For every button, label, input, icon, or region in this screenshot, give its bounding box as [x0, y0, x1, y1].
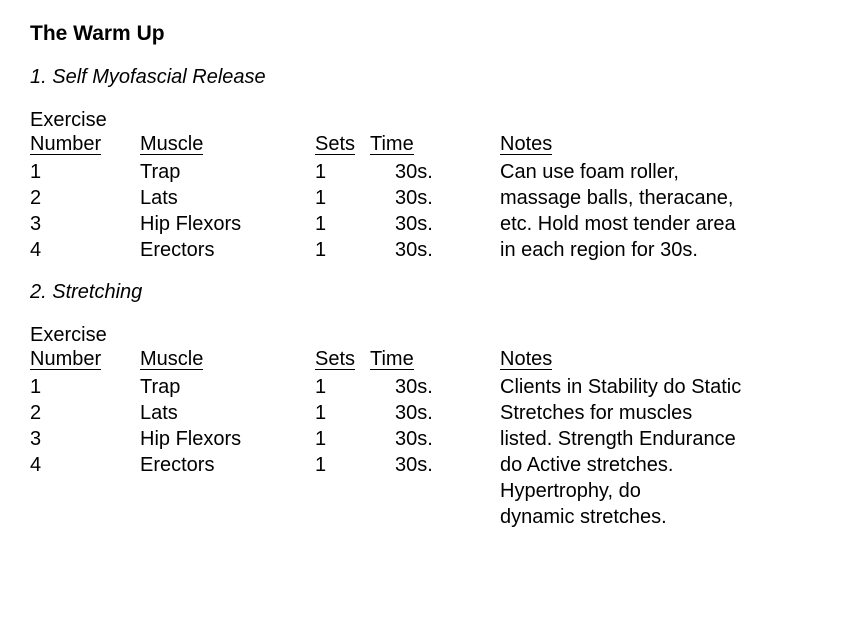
cell-time: 30s.: [370, 237, 500, 263]
table-row: 3 Hip Flexors 1 30s. listed. Strength En…: [30, 426, 811, 452]
header-muscle: Muscle: [140, 134, 203, 155]
cell-number: 3: [30, 211, 140, 237]
cell-number: 4: [30, 237, 140, 263]
header-notes: Notes: [500, 349, 552, 370]
cell-time: 30s.: [370, 374, 500, 400]
cell-number: 1: [30, 374, 140, 400]
header-number: Number: [30, 349, 101, 370]
header-time: Time: [370, 349, 414, 370]
cell-notes-line: Hypertrophy, do: [500, 478, 800, 504]
cell-time: 30s.: [370, 159, 500, 185]
cell-notes-line: Clients in Stability do Static: [500, 374, 800, 400]
cell-notes-line: in each region for 30s.: [500, 237, 800, 263]
header-top-row: Exercise: [30, 109, 811, 131]
cell-sets: 1: [315, 211, 370, 237]
header-number: Number: [30, 134, 101, 155]
cell-time: 30s.: [370, 452, 500, 478]
cell-muscle: Hip Flexors: [140, 426, 315, 452]
header-time: Time: [370, 134, 414, 155]
table-row: 1 Trap 1 30s. Clients in Stability do St…: [30, 374, 811, 400]
header-row: Number Muscle Sets Time Notes: [30, 346, 811, 372]
cell-time: 30s.: [370, 211, 500, 237]
table-row: 2 Lats 1 30s. massage balls, theracane,: [30, 185, 811, 211]
cell-muscle: Lats: [140, 400, 315, 426]
cell-time: 30s.: [370, 400, 500, 426]
cell-muscle: Trap: [140, 159, 315, 185]
table-row: 3 Hip Flexors 1 30s. etc. Hold most tend…: [30, 211, 811, 237]
cell-notes-line: Stretches for muscles: [500, 400, 800, 426]
cell-number: 4: [30, 452, 140, 478]
table-row: 4 Erectors 1 30s. do Active stretches.: [30, 452, 811, 478]
cell-muscle: Hip Flexors: [140, 211, 315, 237]
cell-muscle: Lats: [140, 185, 315, 211]
cell-notes-line: massage balls, theracane,: [500, 185, 800, 211]
section-heading-smr: 1. Self Myofascial Release: [30, 66, 811, 89]
cell-sets: 1: [315, 400, 370, 426]
cell-notes-line: listed. Strength Endurance: [500, 426, 800, 452]
header-exercise-top: Exercise: [30, 324, 140, 346]
cell-muscle: Erectors: [140, 452, 315, 478]
header-muscle: Muscle: [140, 349, 203, 370]
cell-notes-line: do Active stretches.: [500, 452, 800, 478]
table-stretch: Exercise Number Muscle Sets Time Notes 1…: [30, 324, 811, 530]
data-rows: 1 Trap 1 30s. Clients in Stability do St…: [30, 374, 811, 530]
header-row: Number Muscle Sets Time Notes: [30, 131, 811, 157]
cell-number: 1: [30, 159, 140, 185]
cell-sets: 1: [315, 185, 370, 211]
cell-notes-line: etc. Hold most tender area: [500, 211, 800, 237]
cell-muscle: Erectors: [140, 237, 315, 263]
header-exercise-top: Exercise: [30, 109, 140, 131]
cell-notes-line: dynamic stretches.: [500, 504, 800, 530]
table-row: dynamic stretches.: [30, 504, 811, 530]
cell-number: 2: [30, 400, 140, 426]
section-heading-stretch: 2. Stretching: [30, 281, 811, 304]
page-title: The Warm Up: [30, 22, 811, 46]
header-sets: Sets: [315, 349, 355, 370]
cell-number: 2: [30, 185, 140, 211]
cell-time: 30s.: [370, 185, 500, 211]
cell-sets: 1: [315, 426, 370, 452]
cell-notes-line: Can use foam roller,: [500, 159, 800, 185]
data-rows: 1 Trap 1 30s. Can use foam roller, 2 Lat…: [30, 159, 811, 263]
cell-muscle: Trap: [140, 374, 315, 400]
cell-sets: 1: [315, 452, 370, 478]
table-row: 1 Trap 1 30s. Can use foam roller,: [30, 159, 811, 185]
table-row: 2 Lats 1 30s. Stretches for muscles: [30, 400, 811, 426]
cell-sets: 1: [315, 159, 370, 185]
header-sets: Sets: [315, 134, 355, 155]
table-row: 4 Erectors 1 30s. in each region for 30s…: [30, 237, 811, 263]
cell-sets: 1: [315, 374, 370, 400]
cell-number: 3: [30, 426, 140, 452]
table-row: Hypertrophy, do: [30, 478, 811, 504]
cell-sets: 1: [315, 237, 370, 263]
cell-time: 30s.: [370, 426, 500, 452]
header-notes: Notes: [500, 134, 552, 155]
header-top-row: Exercise: [30, 324, 811, 346]
table-smr: Exercise Number Muscle Sets Time Notes 1…: [30, 109, 811, 263]
